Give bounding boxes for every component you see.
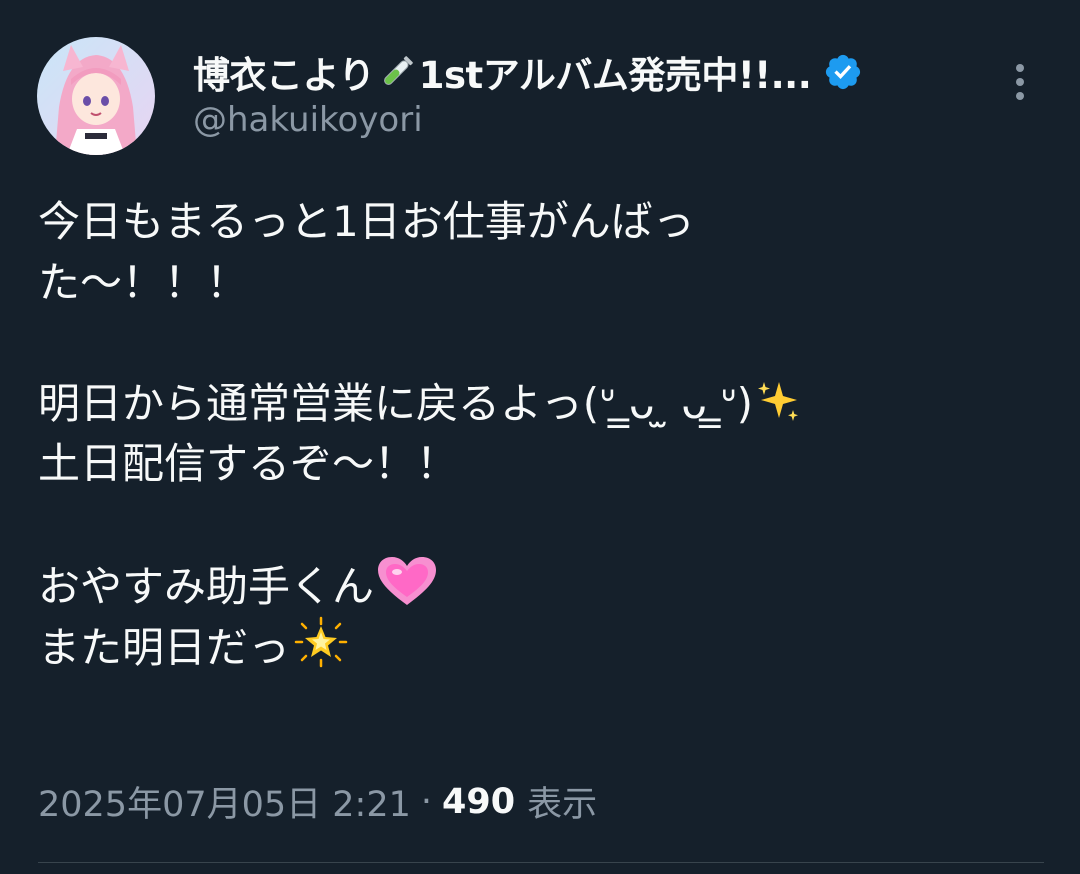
meta-separator: ·	[420, 781, 433, 822]
growing-heart-icon	[376, 555, 438, 607]
divider	[38, 862, 1044, 863]
tweet-line: 今日もまるっと1日お仕事がんばっ	[38, 197, 695, 246]
tweet-line: また明日だっ	[38, 616, 1038, 677]
timestamp[interactable]: 2025年07月05日 2:21	[38, 776, 411, 827]
more-options-button[interactable]	[996, 58, 1044, 106]
verified-badge-icon[interactable]	[823, 52, 863, 92]
tweet-line: おやすみ助手くん	[38, 555, 1038, 616]
author-handle[interactable]: @hakuikoyori	[193, 100, 423, 140]
display-name-row: 博衣こより 1stアルバム発売中!!...	[193, 44, 863, 100]
more-vertical-icon	[1016, 64, 1024, 100]
display-name[interactable]: 博衣こより 1stアルバム発売中!!...	[193, 45, 812, 99]
glowing-star-icon	[292, 616, 350, 668]
views-count[interactable]: 490	[442, 782, 515, 822]
avatar[interactable]	[37, 37, 155, 155]
avatar-image	[37, 37, 155, 155]
views-label: 表示	[527, 785, 598, 825]
tweet-text: 今日もまるっと1日お仕事がんばっ た〜！！！ 明日から通常営業に戻るよっ(ᐡ ̳…	[38, 192, 1038, 676]
test-tube-icon	[377, 52, 417, 92]
sparkles-icon	[755, 378, 801, 424]
tweet-meta: 2025年07月05日 2:21 · 490 表示	[38, 776, 597, 827]
tweet-line: 土日配信するぞ〜！！	[38, 439, 459, 488]
tweet-line: 明日から通常営業に戻るよっ(ᐡ ̳ᴗ ̫ ᴗ ̳ᐡ)	[38, 374, 1038, 435]
tweet-line: た〜！！！	[38, 257, 249, 307]
